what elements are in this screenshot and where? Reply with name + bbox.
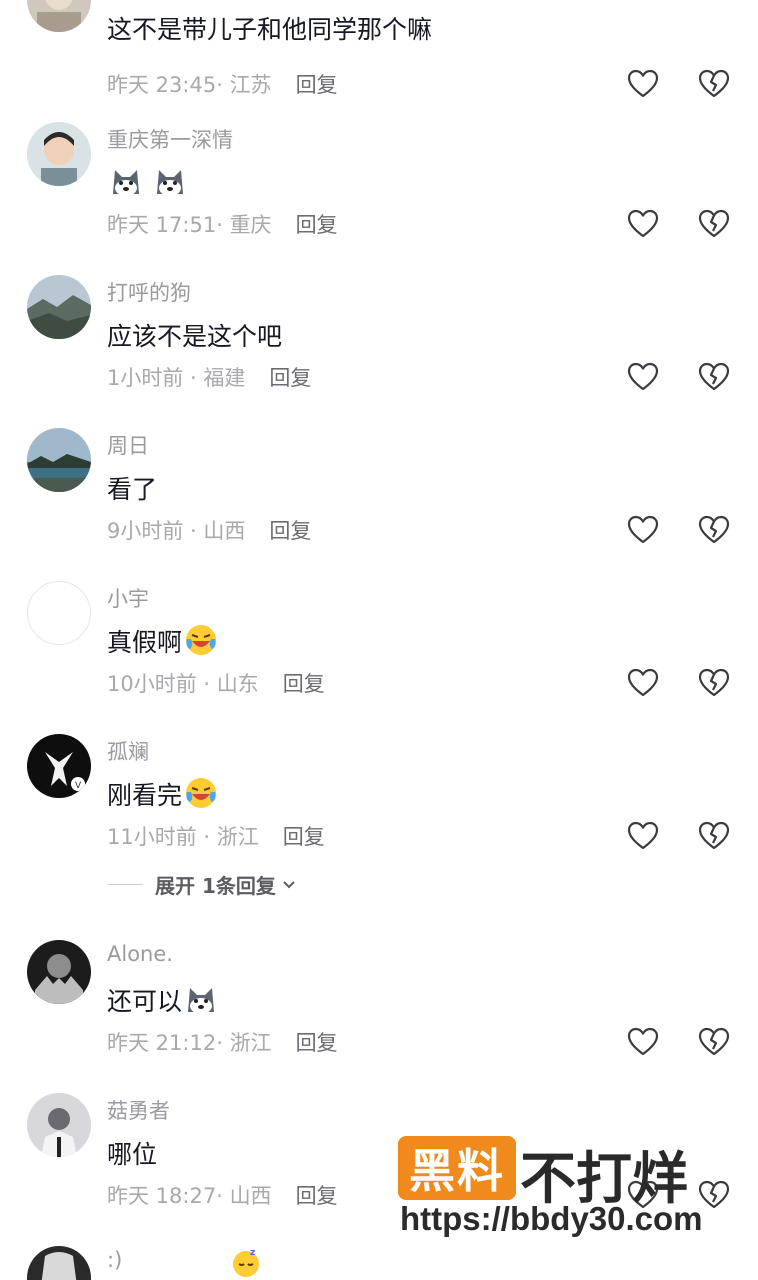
comment-text: 还可以 <box>107 982 218 1018</box>
comment-location: 浙江 <box>216 825 259 849</box>
avatar[interactable] <box>27 0 91 32</box>
dislike-broken-heart-icon[interactable] <box>697 666 731 700</box>
reply-button[interactable]: 回复 <box>296 1184 338 1208</box>
comment-text: 应该不是这个吧 <box>107 322 283 351</box>
comment-time: 10小时前 <box>107 672 197 696</box>
svg-text:z: z <box>250 1248 255 1258</box>
avatar[interactable] <box>27 428 91 492</box>
comment-location: 江苏 <box>229 73 272 97</box>
avatar[interactable] <box>27 122 91 186</box>
like-heart-icon[interactable] <box>626 1025 660 1059</box>
dislike-broken-heart-icon[interactable] <box>697 67 731 101</box>
comment-text-value: 还可以 <box>107 987 183 1016</box>
like-heart-icon[interactable] <box>626 207 660 241</box>
comment-item: Alone. 还可以 昨天 21:12· 浙江 回复 <box>0 940 758 1090</box>
comment-item: 周日 看了 9小时前 · 山西 回复 <box>0 428 758 578</box>
expand-replies-label: 展开 1条回复 <box>155 874 276 898</box>
comment-time: 9小时前 <box>107 519 184 543</box>
reply-button[interactable]: 回复 <box>269 519 311 543</box>
comment-meta: 昨天 17:51· 重庆 回复 <box>107 213 338 237</box>
watermark-brand-box: 黑料 <box>398 1136 516 1200</box>
comment-meta: 9小时前 · 山西 回复 <box>107 519 312 543</box>
comment-text: 刚看完 <box>107 776 218 812</box>
dislike-broken-heart-icon[interactable] <box>697 207 731 241</box>
comment-location: 山西 <box>229 1184 272 1208</box>
comment-location: 山东 <box>216 672 259 696</box>
commenter-name[interactable]: 小宇 <box>107 583 149 613</box>
commenter-name[interactable]: 孤斓 <box>107 736 149 766</box>
comment-text-value: 刚看完 <box>107 781 183 810</box>
watermark-url: https://bbdy30.com <box>400 1200 703 1237</box>
dislike-broken-heart-icon[interactable] <box>697 819 731 853</box>
reply-button[interactable]: 回复 <box>269 366 311 390</box>
commenter-name[interactable]: 打呼的狗 <box>107 277 191 307</box>
comment-time: 11小时前 <box>107 825 197 849</box>
like-heart-icon[interactable] <box>626 819 660 853</box>
like-heart-icon[interactable] <box>626 67 660 101</box>
laugh-cry-emoji-icon <box>186 625 217 655</box>
commenter-name[interactable]: Alone. <box>107 942 173 966</box>
comment-text <box>107 164 187 198</box>
comment-location: 福建 <box>203 366 246 390</box>
sleeping-emoji-icon: z <box>233 1248 259 1277</box>
comment-meta: 昨天 18:27· 山西 回复 <box>107 1184 338 1208</box>
comment-location: 山西 <box>203 519 246 543</box>
dislike-broken-heart-icon[interactable] <box>697 360 731 394</box>
comment-location: 重庆 <box>229 213 272 237</box>
comment-text: 这不是带儿子和他同学那个嘛 <box>107 15 433 44</box>
reply-button[interactable]: 回复 <box>296 73 338 97</box>
comment-text: 看了 <box>107 475 158 504</box>
commenter-name[interactable]: :) <box>107 1248 122 1272</box>
expand-divider <box>107 884 143 885</box>
reply-button[interactable]: 回复 <box>296 1031 338 1055</box>
comment-item: :) z <box>0 1246 758 1280</box>
comment-location: 浙江 <box>229 1031 272 1055</box>
comment-text-value: 真假啊 <box>107 628 183 657</box>
comment-meta: 昨天 21:12· 浙江 回复 <box>107 1031 338 1055</box>
comment-time: 昨天 18:27 <box>107 1184 217 1208</box>
comment-meta: 10小时前 · 山东 回复 <box>107 672 325 696</box>
comment-meta: 昨天 23:45· 江苏 回复 <box>107 73 338 97</box>
comment-item: 重庆第一深情 昨天 17:51· 重庆 回复 <box>0 122 758 272</box>
reply-button[interactable]: 回复 <box>283 672 325 696</box>
dislike-broken-heart-icon[interactable] <box>697 513 731 547</box>
like-heart-icon[interactable] <box>626 666 660 700</box>
comment-item: V 孤斓 刚看完 11小时前 · 浙江 回复 <box>0 734 758 884</box>
comment-item: 这不是带儿子和他同学那个嘛 昨天 23:45· 江苏 回复 <box>0 0 758 132</box>
comment-item: 小宇 真假啊 10小时前 · 山东 回复 <box>0 581 758 731</box>
comment-meta: 11小时前 · 浙江 回复 <box>107 825 325 849</box>
avatar[interactable] <box>27 1093 91 1157</box>
husky-emoji-icon <box>156 170 183 196</box>
avatar[interactable] <box>27 275 91 339</box>
reply-button[interactable]: 回复 <box>296 213 338 237</box>
avatar[interactable] <box>27 1246 91 1280</box>
avatar[interactable] <box>27 940 91 1004</box>
avatar[interactable]: V <box>27 734 91 798</box>
commenter-name[interactable]: 周日 <box>107 430 149 460</box>
comment-time: 1小时前 <box>107 366 184 390</box>
husky-emoji-icon <box>188 988 215 1014</box>
expand-replies-button[interactable]: 展开 1条回复 <box>107 870 296 899</box>
like-heart-icon[interactable] <box>626 360 660 394</box>
comment-meta: 1小时前 · 福建 回复 <box>107 366 312 390</box>
comment-time: 昨天 17:51 <box>107 213 217 237</box>
svg-text:V: V <box>75 781 82 791</box>
laugh-cry-emoji-icon <box>186 778 217 808</box>
avatar[interactable] <box>27 581 91 645</box>
commenter-name[interactable]: 菇勇者 <box>107 1095 170 1125</box>
comment-text: 哪位 <box>107 1140 158 1169</box>
commenter-name[interactable]: 重庆第一深情 <box>107 124 233 154</box>
husky-emoji-icon <box>113 170 139 196</box>
chevron-down-icon <box>283 880 295 888</box>
comment-time: 昨天 21:12 <box>107 1031 217 1055</box>
reply-button[interactable]: 回复 <box>283 825 325 849</box>
comment-time: 昨天 23:45 <box>107 73 217 97</box>
comment-text: 真假啊 <box>107 623 218 659</box>
comment-item: 打呼的狗 应该不是这个吧 1小时前 · 福建 回复 <box>0 275 758 425</box>
dislike-broken-heart-icon[interactable] <box>697 1025 731 1059</box>
like-heart-icon[interactable] <box>626 513 660 547</box>
